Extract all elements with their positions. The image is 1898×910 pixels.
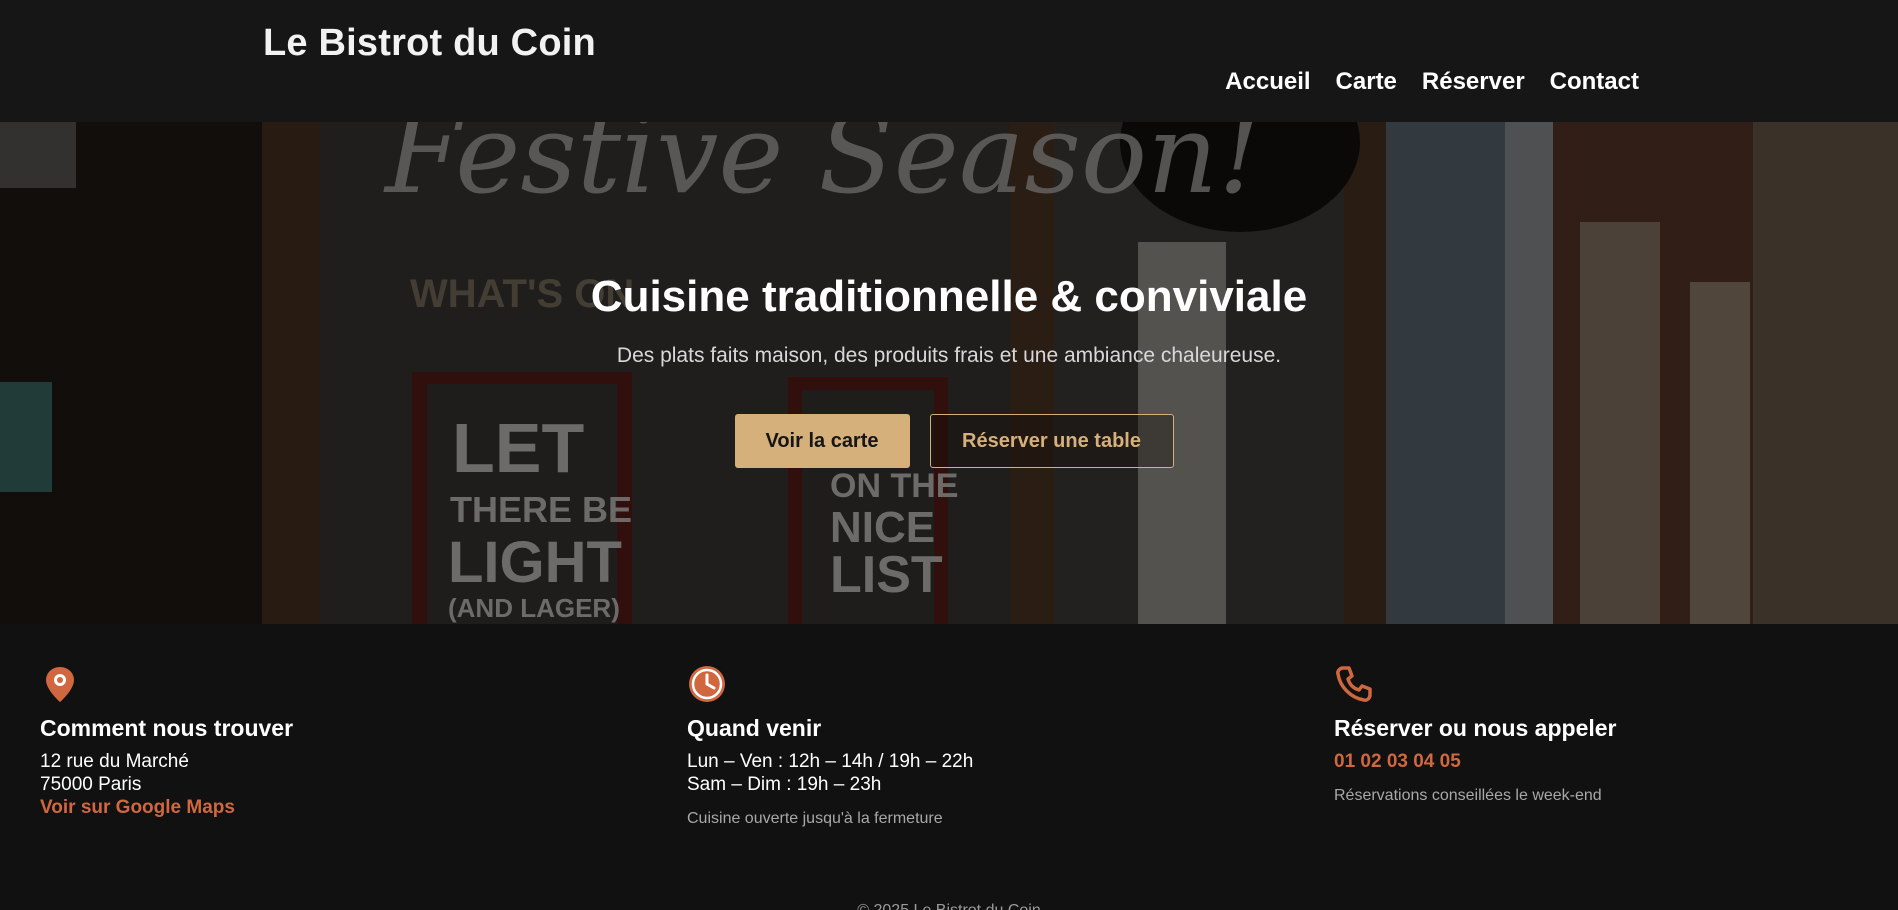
hours-weekdays: Lun – Ven : 12h – 14h / 19h – 22h bbox=[687, 751, 974, 772]
hero-title: Cuisine traditionnelle & conviviale bbox=[590, 272, 1308, 321]
hero-subtitle: Des plats faits maison, des produits fra… bbox=[616, 344, 1282, 367]
address-line-1: 12 rue du Marché bbox=[40, 751, 189, 772]
hours-title: Quand venir bbox=[687, 715, 822, 741]
nav-item-reserver[interactable]: Réserver bbox=[1422, 68, 1525, 96]
nav-item-accueil[interactable]: Accueil bbox=[1225, 68, 1310, 96]
footer-copyright: © 2025 Le Bistrot du Coin bbox=[0, 902, 1898, 910]
hero-content: Cuisine traditionnelle & conviviale Des … bbox=[0, 122, 1898, 624]
address-line-2: 75000 Paris bbox=[40, 774, 142, 795]
site-brand[interactable]: Le Bistrot du Coin bbox=[263, 22, 596, 65]
map-pin-icon bbox=[46, 667, 74, 702]
contact-card: Réserver ou nous appeler 01 02 03 04 05 … bbox=[1334, 664, 1898, 805]
phone-icon bbox=[1336, 666, 1372, 702]
hero-section: Festive Season! WHAT'S ON LET THERE BE L… bbox=[0, 122, 1898, 624]
nav-item-carte[interactable]: Carte bbox=[1336, 68, 1397, 96]
google-maps-link[interactable]: Voir sur Google Maps bbox=[40, 796, 235, 819]
contact-title: Réserver ou nous appeler bbox=[1334, 715, 1617, 741]
clock-icon bbox=[689, 666, 725, 702]
location-card: Comment nous trouver 12 rue du Marché 75… bbox=[40, 664, 640, 819]
info-section: Comment nous trouver 12 rue du Marché 75… bbox=[0, 624, 1898, 910]
nav-item-contact[interactable]: Contact bbox=[1550, 68, 1639, 96]
site-header: Le Bistrot du Coin Accueil Carte Réserve… bbox=[0, 0, 1898, 122]
kitchen-note: Cuisine ouverte jusqu'à la fermeture bbox=[687, 810, 943, 827]
location-title: Comment nous trouver bbox=[40, 715, 294, 741]
hero-actions: Voir la carte Réserver une table bbox=[0, 414, 1898, 468]
reservation-note: Réservations conseillées le week-end bbox=[1334, 787, 1602, 804]
hours-card: Quand venir Lun – Ven : 12h – 14h / 19h … bbox=[687, 664, 1287, 828]
view-menu-button[interactable]: Voir la carte bbox=[734, 414, 910, 468]
main-nav: Accueil Carte Réserver Contact bbox=[1225, 68, 1639, 96]
book-table-button[interactable]: Réserver une table bbox=[929, 414, 1174, 468]
hours-weekend: Sam – Dim : 19h – 23h bbox=[687, 774, 882, 795]
phone-link[interactable]: 01 02 03 04 05 bbox=[1334, 750, 1461, 773]
